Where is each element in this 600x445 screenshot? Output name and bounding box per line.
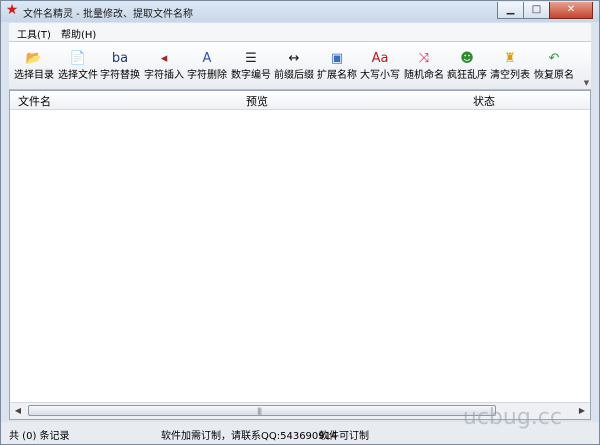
replace-chars-icon: ba	[111, 51, 129, 66]
toolbar-button-label: 字符插入	[144, 70, 184, 81]
toolbar-button-replace-chars[interactable]: ba 字符替换	[99, 45, 141, 85]
case-icon: Aa	[371, 51, 389, 66]
app-window: ★ 文件名精灵 - 批量修改、提取文件名称 ▁ □ ✕ 工具(T) 帮助(H) …	[0, 0, 600, 445]
toolbar-button-numbered-list[interactable]: ☰ 数字编号	[230, 45, 272, 85]
insert-chars-icon: ◂	[160, 51, 168, 66]
toolbar-button-extension[interactable]: ▣ 扩展名称	[316, 45, 358, 85]
toolbar-button-folder-open[interactable]: 📂 选择目录	[13, 45, 55, 85]
toolbar-button-label: 字符替换	[100, 70, 140, 81]
list-header: 文件名 预览 状态	[10, 91, 590, 110]
toolbar: 📂 选择目录 📄 选择文件 ba 字符替换 ◂ 字符插入 A 字符删除 ☰ 数字编号 ↔ 前缀后缀 ▣ 扩展名…	[9, 42, 591, 90]
toolbar-button-label: 扩展名称	[317, 70, 357, 81]
toolbar-button-label: 疯狂乱序	[447, 70, 487, 81]
crazy-shuffle-icon: ☻	[460, 51, 474, 66]
record-count: 共 (0) 条记录	[9, 431, 70, 442]
toolbar-button-label: 大写小写	[360, 70, 400, 81]
delete-chars-icon: A	[202, 51, 212, 66]
numbered-list-icon: ☰	[245, 51, 257, 66]
folder-open-icon: 📂	[25, 51, 43, 66]
toolbar-overflow-icon[interactable]: ▼	[582, 77, 591, 89]
toolbar-button-prefix-suffix[interactable]: ↔ 前缀后缀	[273, 45, 315, 85]
watermark-logo: ucbug.cc	[462, 405, 562, 430]
toolbar-button-label: 恢复原名	[534, 70, 574, 81]
custom-note: 软件可订制	[319, 431, 369, 442]
toolbar-button-shuffle[interactable]: ⤨ 随机命名	[403, 45, 445, 85]
toolbar-button-insert-chars[interactable]: ◂ 字符插入	[143, 45, 185, 85]
close-button[interactable]: ✕	[549, 2, 593, 19]
extension-icon: ▣	[330, 51, 344, 66]
title-bar[interactable]: ★ 文件名精灵 - 批量修改、提取文件名称 ▁ □ ✕	[1, 1, 599, 22]
file-list[interactable]: 文件名 预览 状态 ◀ ||| ▶	[9, 90, 591, 420]
toolbar-button-file[interactable]: 📄 选择文件	[57, 45, 99, 85]
column-header-filename[interactable]: 文件名	[18, 93, 51, 109]
toolbar-button-crazy-shuffle[interactable]: ☻ 疯狂乱序	[446, 45, 488, 85]
minimize-button[interactable]: ▁	[497, 2, 524, 19]
window-title: 文件名精灵 - 批量修改、提取文件名称	[23, 9, 193, 20]
contact-info: 软件加需订制，请联系QQ:543690914	[161, 431, 338, 442]
maximize-button[interactable]: □	[523, 2, 550, 19]
toolbar-button-label: 选择文件	[58, 70, 98, 81]
toolbar-button-restore[interactable]: ↶ 恢复原名	[533, 45, 575, 85]
toolbar-button-delete-chars[interactable]: A 字符删除	[186, 45, 228, 85]
scroll-thumb[interactable]: |||	[28, 405, 496, 416]
window-controls: ▁ □ ✕	[497, 2, 593, 19]
toolbar-button-label: 前缀后缀	[274, 70, 314, 81]
clear-list-icon: ♜	[504, 51, 516, 66]
scroll-grip-icon: |||	[257, 407, 262, 415]
column-header-status[interactable]: 状态	[473, 93, 495, 109]
prefix-suffix-icon: ↔	[288, 51, 300, 66]
toolbar-button-clear-list[interactable]: ♜ 清空列表	[489, 45, 531, 85]
menu-bar: 工具(T) 帮助(H)	[9, 23, 591, 42]
scroll-right-icon[interactable]: ▶	[574, 403, 590, 419]
restore-icon: ↶	[548, 51, 560, 66]
menu-tools[interactable]: 工具(T)	[17, 26, 51, 41]
toolbar-button-label: 字符删除	[187, 70, 227, 81]
app-star-icon: ★	[5, 2, 19, 18]
toolbar-button-label: 选择目录	[14, 70, 54, 81]
shuffle-icon: ⤨	[418, 51, 430, 66]
menu-help[interactable]: 帮助(H)	[61, 26, 96, 41]
scroll-left-icon[interactable]: ◀	[10, 403, 26, 419]
toolbar-button-label: 随机命名	[404, 70, 444, 81]
file-icon: 📄	[69, 51, 87, 66]
column-header-preview[interactable]: 预览	[246, 93, 268, 109]
toolbar-button-label: 清空列表	[490, 70, 530, 81]
toolbar-button-label: 数字编号	[231, 70, 271, 81]
toolbar-button-case[interactable]: Aa 大写小写	[359, 45, 401, 85]
